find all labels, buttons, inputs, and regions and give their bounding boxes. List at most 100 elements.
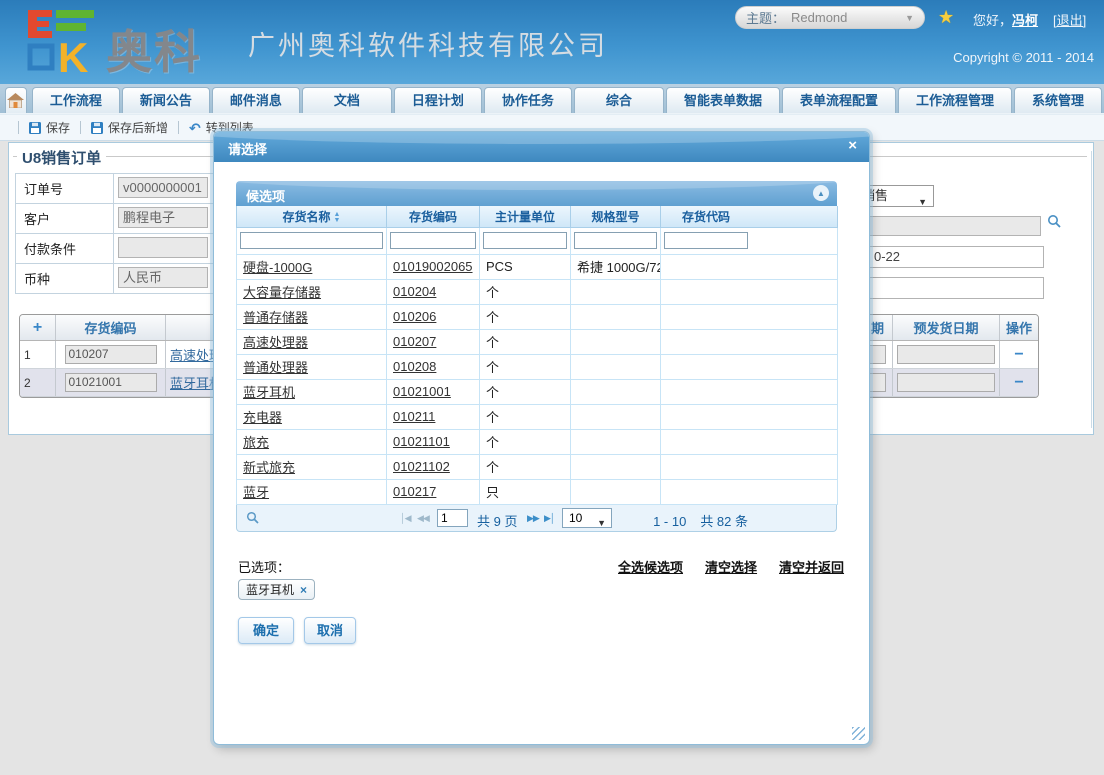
- item-code-link[interactable]: 010211: [393, 409, 435, 424]
- chip-remove-icon[interactable]: ×: [300, 583, 307, 597]
- item-code-link[interactable]: 010217: [393, 484, 436, 499]
- item-itemcode: [661, 429, 838, 454]
- clear-selection-link[interactable]: 清空选择: [705, 557, 757, 576]
- theme-select[interactable]: 主题： Redmond ▼: [735, 6, 925, 29]
- item-name-link[interactable]: 硬盘-1000G: [243, 260, 312, 275]
- item-name-link[interactable]: 普通处理器: [243, 360, 308, 375]
- favorite-star-icon[interactable]: ★: [938, 7, 954, 28]
- remove-row-icon[interactable]: −: [1014, 378, 1023, 388]
- col-header-name[interactable]: 存货名称▲▼: [237, 206, 387, 227]
- item-code-link[interactable]: 010206: [393, 309, 436, 324]
- nav-tab-form-flow-config[interactable]: 表单流程配置: [782, 87, 896, 113]
- col-header-unit[interactable]: 主计量单位: [480, 206, 571, 227]
- add-row-icon[interactable]: +: [33, 319, 42, 337]
- expected-date-field[interactable]: [897, 345, 995, 364]
- item-code-link[interactable]: 01021001: [393, 384, 451, 399]
- candidates-table: 存货名称▲▼ 存货编码 主计量单位 规格型号 存货代码 硬盘-1000G 0101…: [236, 206, 838, 505]
- logout-link[interactable]: [退出]: [1053, 10, 1086, 29]
- close-icon[interactable]: ×: [848, 137, 857, 154]
- customer-field[interactable]: 鹏程电子: [118, 207, 208, 228]
- company-logo-icon: K: [26, 8, 98, 74]
- pager-last-icon[interactable]: ▶│: [544, 513, 555, 524]
- dialog-titlebar[interactable]: 请选择 ×: [214, 132, 869, 162]
- item-name-link[interactable]: 蓝牙: [243, 485, 269, 500]
- payment-terms-field[interactable]: [118, 237, 208, 258]
- remove-row-icon[interactable]: −: [1014, 350, 1023, 360]
- nav-tab-mail[interactable]: 邮件消息: [212, 87, 300, 113]
- toolbar-separator: [80, 121, 81, 134]
- filter-code-input[interactable]: [390, 232, 476, 249]
- col-header-itemcode[interactable]: 存货代码: [661, 206, 838, 227]
- nav-tab-smart-form-data[interactable]: 智能表单数据: [666, 87, 780, 113]
- theme-label: 主题：: [746, 8, 785, 27]
- pager-total-pages: 共 9 页: [477, 511, 517, 530]
- chevron-down-icon: ▼: [918, 192, 927, 212]
- pager-page-input[interactable]: [437, 509, 468, 527]
- item-name-link[interactable]: 新式旅充: [243, 460, 295, 475]
- clear-and-return-link[interactable]: 清空并返回: [779, 557, 844, 576]
- pager-next-icon[interactable]: ▶▶: [527, 513, 539, 524]
- cancel-button[interactable]: 取消: [304, 617, 356, 644]
- pager-range-text: 1 - 10共 82 条: [653, 511, 748, 530]
- collapse-icon[interactable]: ▲: [813, 185, 829, 201]
- col-header-code[interactable]: 存货编码: [387, 206, 480, 227]
- item-unit: 个: [480, 304, 571, 329]
- order-no-field[interactable]: v0000000001: [118, 177, 208, 198]
- item-code-link[interactable]: 010208: [393, 359, 436, 374]
- main-nav: 工作流程 新闻公告 邮件消息 文档 日程计划 协作任务 综合 智能表单数据 表单…: [0, 84, 1104, 114]
- pager-pagesize-select[interactable]: 10 ▼: [562, 508, 612, 528]
- nav-tab-news[interactable]: 新闻公告: [122, 87, 210, 113]
- item-spec: [571, 454, 661, 479]
- return-arrow-icon: ↶: [189, 123, 201, 133]
- field-label: 订单号: [16, 174, 114, 204]
- item-code-link[interactable]: 01021102: [393, 459, 450, 474]
- filter-spec-input[interactable]: [574, 232, 657, 249]
- item-code-link[interactable]: 01021101: [393, 434, 450, 449]
- pager-prev-icon[interactable]: ◀◀: [417, 513, 429, 524]
- select-dialog: 请选择 × 候选项 ▲ 存货名称▲▼ 存货编码 主计量单位 规格型号 存货代码: [213, 131, 870, 745]
- resize-handle-icon[interactable]: [852, 727, 865, 740]
- filter-itemcode-input[interactable]: [664, 232, 748, 249]
- item-code-link[interactable]: 01019002065: [393, 259, 473, 274]
- line-code-field[interactable]: 01021001: [65, 373, 157, 392]
- col-header-spec[interactable]: 规格型号: [571, 206, 661, 227]
- grid-col-expected-date: 预发货日期: [893, 315, 1000, 340]
- item-itemcode: [661, 329, 838, 354]
- item-name-link[interactable]: 大容量存储器: [243, 285, 321, 300]
- search-icon[interactable]: [1047, 214, 1062, 229]
- pager-first-icon[interactable]: │◀: [400, 513, 411, 524]
- item-name-link[interactable]: 普通存储器: [243, 310, 308, 325]
- table-row: 蓝牙010217只: [237, 479, 838, 504]
- item-code-link[interactable]: 010204: [393, 284, 436, 299]
- expected-date-field[interactable]: [897, 373, 995, 392]
- filter-row: [237, 227, 838, 254]
- nav-tab-schedule[interactable]: 日程计划: [394, 87, 482, 113]
- username-link[interactable]: 冯柯: [1012, 13, 1038, 28]
- item-name-link[interactable]: 旅充: [243, 435, 269, 450]
- item-name-link[interactable]: 高速处理器: [243, 335, 308, 350]
- item-spec: 希捷 1000G/720: [571, 254, 661, 279]
- nav-home-tab[interactable]: [5, 87, 27, 113]
- line-code-field[interactable]: 010207: [65, 345, 157, 364]
- item-name-link[interactable]: 蓝牙耳机: [243, 385, 295, 400]
- save-button[interactable]: 保存: [29, 119, 70, 136]
- nav-tab-system-mgmt[interactable]: 系统管理: [1014, 87, 1102, 113]
- save-and-new-button[interactable]: 保存后新增: [91, 119, 168, 136]
- nav-tab-misc[interactable]: 综合: [574, 87, 664, 113]
- table-row: 高速处理器010207个: [237, 329, 838, 354]
- item-unit: 个: [480, 354, 571, 379]
- filter-name-input[interactable]: [240, 232, 383, 249]
- nav-tab-documents[interactable]: 文档: [302, 87, 392, 113]
- search-icon[interactable]: [246, 511, 260, 525]
- item-name-link[interactable]: 充电器: [243, 410, 282, 425]
- greeting: 您好，冯柯: [973, 10, 1038, 29]
- nav-tab-workflow[interactable]: 工作流程: [32, 87, 120, 113]
- ok-button[interactable]: 确定: [238, 617, 294, 644]
- chevron-down-icon: ▼: [597, 514, 606, 532]
- select-all-link[interactable]: 全选候选项: [618, 557, 683, 576]
- currency-field[interactable]: 人民币: [118, 267, 208, 288]
- filter-unit-input[interactable]: [483, 232, 567, 249]
- nav-tab-collaboration[interactable]: 协作任务: [484, 87, 572, 113]
- item-code-link[interactable]: 010207: [393, 334, 436, 349]
- nav-tab-workflow-mgmt[interactable]: 工作流程管理: [898, 87, 1012, 113]
